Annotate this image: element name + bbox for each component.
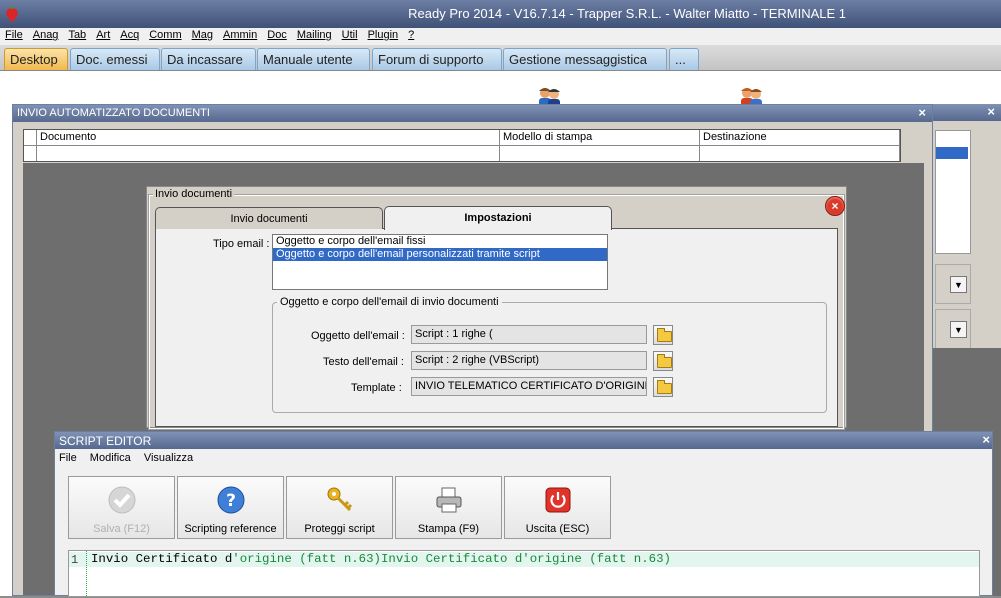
table-cell[interactable] (500, 146, 700, 161)
help-icon: ? (217, 486, 245, 514)
exit-label: Uscita (ESC) (525, 523, 590, 535)
tipo-email-list[interactable]: Oggetto e corpo dell'email fissi Oggetto… (272, 234, 608, 290)
column-header[interactable]: Modello di stampa (500, 130, 700, 146)
svg-text:?: ? (226, 491, 236, 511)
background-window-title: × (931, 104, 1001, 121)
menu-ammin[interactable]: Ammin (218, 28, 262, 41)
power-icon (545, 487, 571, 513)
background-list (935, 130, 971, 254)
background-panel: ▼ (935, 264, 971, 304)
close-icon[interactable]: × (987, 104, 995, 119)
tab-forum-supporto[interactable]: Forum di supporto (372, 48, 502, 70)
tab-more[interactable]: ... (669, 48, 699, 70)
group-title: Oggetto e corpo dell'email di invio docu… (277, 296, 502, 308)
dropdown-arrow-icon[interactable]: ▼ (950, 321, 967, 338)
menu-util[interactable]: Util (337, 28, 363, 41)
tab-invio-documenti[interactable]: Invio documenti (155, 207, 383, 229)
testo-field[interactable]: Script : 2 righe (VBScript) (411, 351, 647, 370)
strawberry-icon (6, 6, 18, 22)
script-editor-window: SCRIPT EDITOR × File Modifica Visualizza… (54, 431, 993, 598)
template-field[interactable]: INVIO TELEMATICO CERTIFICATO D'ORIGINE (411, 377, 647, 396)
menu-file[interactable]: File (0, 28, 28, 41)
row-indicator (24, 146, 37, 161)
scripting-reference-label: Scripting reference (184, 523, 277, 535)
menu-acq[interactable]: Acq (115, 28, 144, 41)
code-token: Invio Certificato d (91, 552, 233, 566)
script-editor-menu: File Modifica Visualizza (55, 449, 992, 469)
menu-modifica[interactable]: Modifica (90, 452, 131, 464)
code-editor[interactable]: 1 Invio Certificato d'origine (fatt n.63… (68, 550, 980, 598)
save-button[interactable]: Salva (F12) (68, 476, 175, 539)
menu-mag[interactable]: Mag (187, 28, 218, 41)
protect-script-button[interactable]: Proteggi script (286, 476, 393, 539)
exit-button[interactable]: Uscita (ESC) (504, 476, 611, 539)
template-label: Template : (351, 382, 402, 394)
menu-anag[interactable]: Anag (28, 28, 64, 41)
app-title-bar: Ready Pro 2014 - V16.7.14 - Trapper S.R.… (0, 0, 1001, 28)
column-header[interactable]: Documento (37, 130, 500, 146)
table-cell[interactable] (37, 146, 500, 161)
checkmark-icon (108, 486, 136, 514)
window-title: SCRIPT EDITOR (59, 434, 152, 448)
main-menu-bar: File Anag Tab Art Acq Comm Mag Ammin Doc Mailing U… (0, 28, 1001, 45)
folder-open-icon[interactable] (653, 325, 673, 345)
list-item[interactable]: Oggetto e corpo dell'email fissi (273, 235, 607, 248)
key-icon (327, 487, 353, 512)
protect-script-label: Proteggi script (304, 523, 375, 535)
folder-open-icon[interactable] (653, 377, 673, 397)
tab-gestione-messaggistica[interactable]: Gestione messaggistica (503, 48, 667, 70)
print-label: Stampa (F9) (417, 523, 480, 535)
window-title: Ready Pro 2014 - V16.7.14 - Trapper S.R.… (408, 6, 846, 21)
print-button[interactable]: Stampa (F9) (395, 476, 502, 539)
tab-doc-emessi[interactable]: Doc. emessi (70, 48, 160, 70)
close-icon[interactable]: × (825, 196, 845, 216)
group-title: Invio documenti (153, 188, 235, 200)
folder-open-icon[interactable] (653, 351, 673, 371)
background-panel: ▼ (935, 309, 971, 349)
code-string: 'origine (fatt n.63) (232, 552, 381, 566)
table-cell[interactable] (700, 146, 900, 161)
menu-doc[interactable]: Doc (262, 28, 292, 41)
scripting-reference-button[interactable]: ? Scripting reference (177, 476, 284, 539)
list-item-selected[interactable]: Oggetto e corpo dell'email personalizzat… (273, 248, 607, 261)
oggetto-field[interactable]: Script : 1 righe ( (411, 325, 647, 344)
window-title: INVIO AUTOMATIZZATO DOCUMENTI (17, 107, 210, 119)
menu-mailing[interactable]: Mailing (292, 28, 337, 41)
menu-comm[interactable]: Comm (144, 28, 186, 41)
menu-tab[interactable]: Tab (63, 28, 91, 41)
tipo-email-label: Tipo email : (213, 238, 270, 250)
grid-corner (24, 130, 37, 146)
menu-plugin[interactable]: Plugin (363, 28, 404, 41)
menu-visualizza[interactable]: Visualizza (144, 452, 193, 464)
tab-da-incassare[interactable]: Da incassare (161, 48, 256, 70)
auto-send-window-title: INVIO AUTOMATIZZATO DOCUMENTI × (13, 105, 932, 122)
tab-manuale-utente[interactable]: Manuale utente (257, 48, 370, 70)
line-number: 1 (71, 553, 79, 567)
save-button-label: Salva (F12) (93, 523, 150, 535)
close-icon[interactable]: × (918, 105, 926, 120)
code-line[interactable]: Invio Certificato d'origine (fatt n.63)I… (91, 552, 671, 566)
main-tab-bar: Desktop Doc. emessi Da incassare Manuale… (0, 45, 1001, 71)
code-token: Invio Certificato d'origine (fatt n.63) (381, 552, 671, 566)
menu-art[interactable]: Art (91, 28, 115, 41)
dropdown-arrow-icon[interactable]: ▼ (950, 276, 967, 293)
oggetto-label: Oggetto dell'email : (311, 330, 405, 342)
tab-desktop[interactable]: Desktop (4, 48, 68, 70)
settings-panel: Tipo email : Oggetto e corpo dell'email … (155, 228, 838, 427)
menu-help[interactable]: ? (403, 28, 419, 41)
menu-file[interactable]: File (59, 452, 77, 464)
script-editor-title-bar: SCRIPT EDITOR × (55, 432, 992, 449)
printer-icon (436, 487, 462, 513)
close-icon[interactable]: × (982, 432, 990, 447)
tab-impostazioni[interactable]: Impostazioni (384, 206, 612, 230)
column-header[interactable]: Destinazione (700, 130, 900, 146)
testo-label: Testo dell'email : (323, 356, 404, 368)
documents-grid[interactable]: Documento Modello di stampa Destinazione (23, 129, 901, 162)
invio-documenti-dialog: Invio documenti × Tipo email : Oggetto e… (146, 186, 847, 430)
